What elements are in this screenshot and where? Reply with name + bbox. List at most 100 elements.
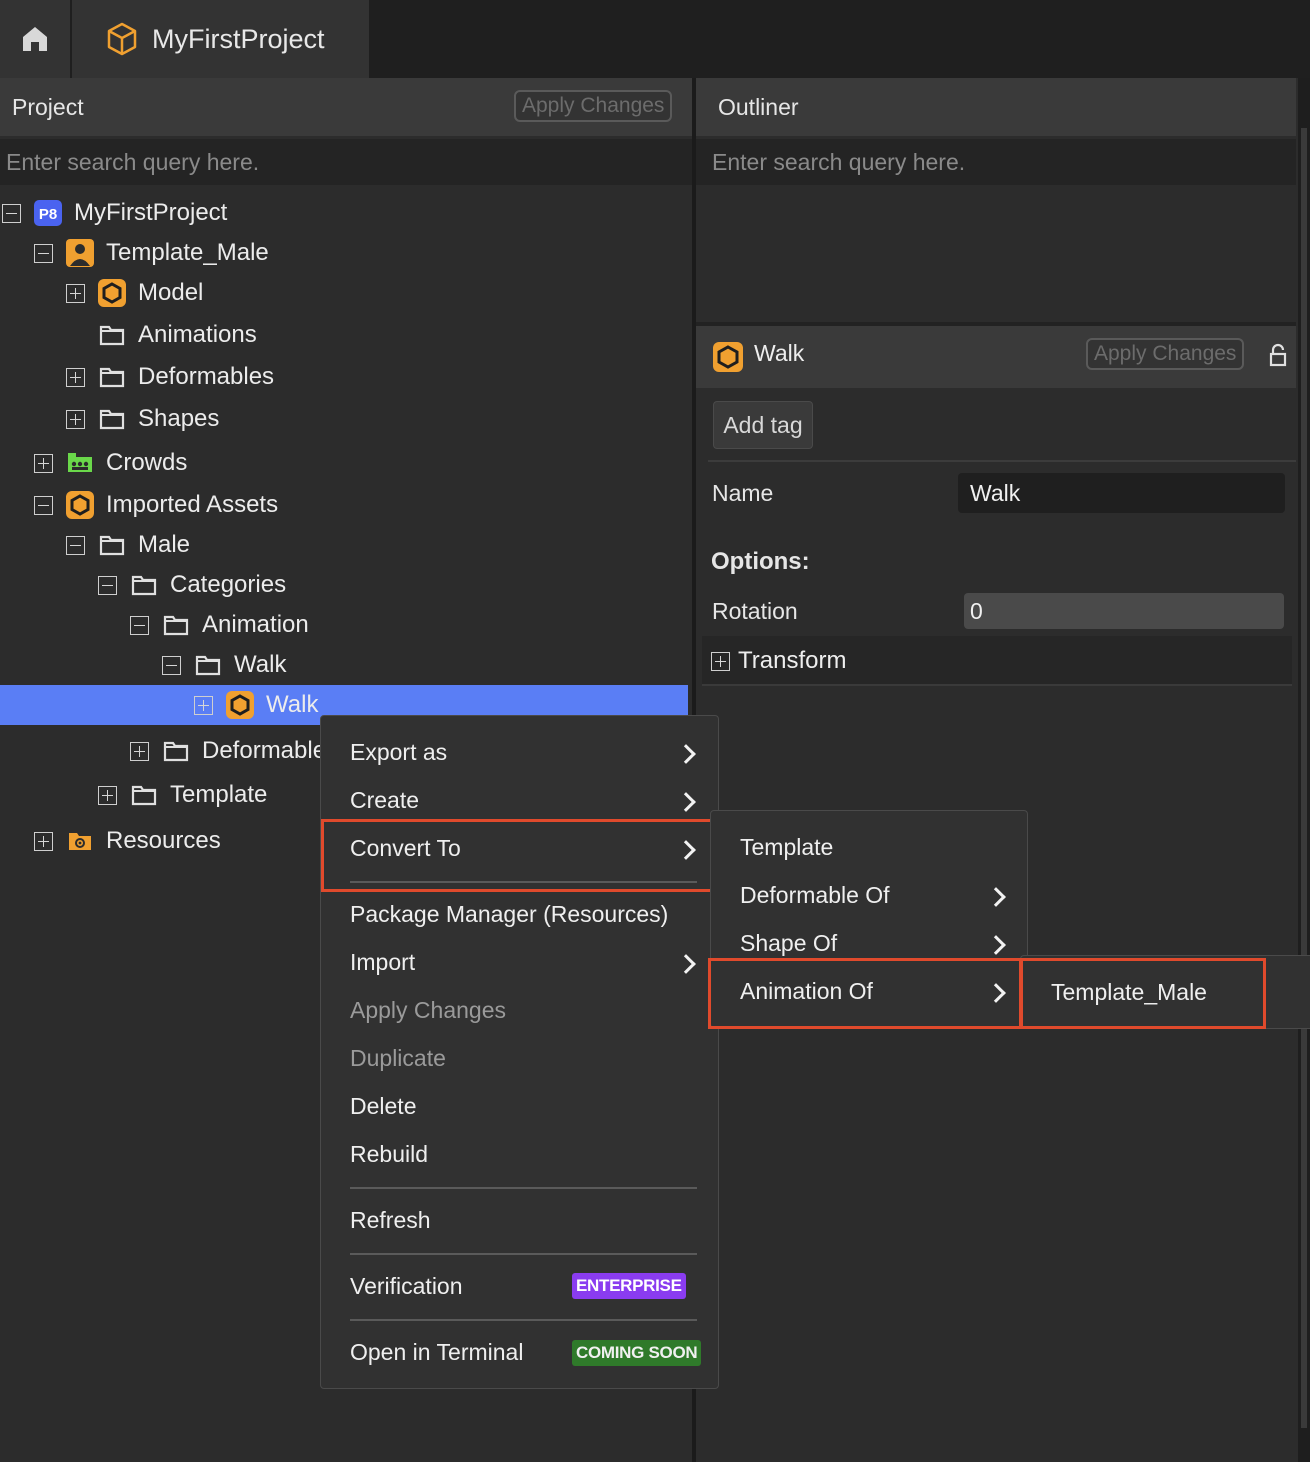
hexagon-asset-icon <box>65 490 95 520</box>
collapse-toggle[interactable] <box>2 204 21 223</box>
add-tag-button[interactable]: Add tag <box>713 401 813 449</box>
menu-item-rebuild[interactable]: Rebuild <box>350 1141 428 1168</box>
chevron-right-icon <box>986 887 1006 907</box>
tree-item-label: Walk <box>266 691 319 718</box>
tree-item-label: Categories <box>170 571 287 598</box>
expand-toggle[interactable] <box>98 786 117 805</box>
menu-item-package-manager[interactable]: Package Manager (Resources) <box>350 901 668 928</box>
properties-apply-changes-button[interactable]: Apply Changes <box>1086 338 1245 370</box>
project-apply-changes-button[interactable]: Apply Changes <box>514 90 673 122</box>
folder-icon <box>97 530 127 560</box>
tree-item-label: Template_Male <box>106 239 269 266</box>
highlight-box-animation-of <box>708 958 1022 1029</box>
rotation-field-value: 0 <box>970 597 983 624</box>
tree-item-label: Animations <box>138 321 257 348</box>
tree-item[interactable]: Crowds <box>0 443 688 483</box>
highlight-box-convert-to <box>321 819 719 892</box>
options-heading: Options: <box>711 548 810 575</box>
scrollbar-thumb[interactable] <box>1301 128 1307 1428</box>
project-search-input[interactable] <box>6 148 692 176</box>
transform-section[interactable]: Transform <box>702 636 1292 686</box>
tree-item[interactable]: Model <box>0 273 688 313</box>
collapse-toggle[interactable] <box>34 244 53 263</box>
collapse-toggle[interactable] <box>98 576 117 595</box>
chevron-right-icon <box>986 935 1006 955</box>
hexagon-asset-icon <box>225 690 255 720</box>
home-icon <box>23 27 47 51</box>
folder-icon <box>97 362 127 392</box>
properties-divider <box>708 460 1296 462</box>
expand-toggle[interactable] <box>130 742 149 761</box>
top-bar: MyFirstProject <box>0 0 1310 78</box>
properties-asset-name: Walk <box>754 340 805 366</box>
menu-item-apply-changes[interactable]: Apply Changes <box>350 997 506 1024</box>
menu-item-open-terminal[interactable]: Open in Terminal <box>350 1339 523 1366</box>
coming-soon-badge: COMING SOON <box>572 1340 702 1366</box>
collapse-toggle[interactable] <box>34 496 53 515</box>
expand-toggle[interactable] <box>34 832 53 851</box>
chevron-right-icon <box>676 792 696 812</box>
submenu-item-shape-of[interactable]: Shape Of <box>740 930 837 957</box>
expand-toggle[interactable] <box>194 696 213 715</box>
tree-item-label: Imported Assets <box>106 491 279 518</box>
properties-header: Walk Apply Changes <box>696 326 1296 388</box>
expand-toggle[interactable] <box>66 368 85 387</box>
tree-item[interactable]: Animation <box>0 605 688 645</box>
tree-item[interactable]: Walk <box>0 645 688 685</box>
menu-item-verification[interactable]: Verification <box>350 1273 463 1300</box>
resources-folder-icon <box>65 826 95 856</box>
menu-separator <box>350 1319 697 1321</box>
outliner-search-input[interactable] <box>712 148 1296 176</box>
submenu-item-deformable-of[interactable]: Deformable Of <box>740 882 890 909</box>
lock-icon[interactable] <box>1268 343 1288 369</box>
menu-item-export-as[interactable]: Export as <box>350 739 447 766</box>
tree-item[interactable]: Male <box>0 525 688 565</box>
cube-icon <box>107 22 137 56</box>
name-field[interactable]: Walk <box>958 473 1285 513</box>
expand-toggle[interactable] <box>34 454 53 473</box>
template-person-icon <box>65 238 95 268</box>
tree-item[interactable]: Imported Assets <box>0 485 688 525</box>
svg-text:P8: P8 <box>39 206 57 223</box>
highlight-box-template-male <box>1020 958 1266 1029</box>
tree-item[interactable]: Deformables <box>0 357 688 397</box>
expand-toggle[interactable] <box>66 284 85 303</box>
submenu-item-template[interactable]: Template <box>740 834 833 861</box>
tree-item[interactable]: Animations <box>0 315 688 355</box>
name-label: Name <box>712 480 774 506</box>
collapse-toggle[interactable] <box>162 656 181 675</box>
chevron-right-icon <box>676 954 696 974</box>
name-field-value: Walk <box>970 479 1021 506</box>
tab-project[interactable]: MyFirstProject <box>72 0 369 78</box>
folder-icon <box>161 610 191 640</box>
collapse-toggle[interactable] <box>130 616 149 635</box>
home-button[interactable] <box>0 0 70 78</box>
menu-separator <box>350 1187 697 1189</box>
menu-item-refresh[interactable]: Refresh <box>350 1207 431 1234</box>
menu-item-import[interactable]: Import <box>350 949 415 976</box>
menu-item-duplicate[interactable]: Duplicate <box>350 1045 446 1072</box>
tree-item[interactable]: Template_Male <box>0 233 688 273</box>
tree-item-label: Shapes <box>138 405 220 432</box>
tree-item[interactable]: Shapes <box>0 399 688 439</box>
folder-icon <box>129 570 159 600</box>
tree-item-label: Resources <box>106 827 221 854</box>
tree-item[interactable]: P8 MyFirstProject <box>0 193 688 233</box>
tree-item-label: Crowds <box>106 449 188 476</box>
menu-item-delete[interactable]: Delete <box>350 1093 416 1120</box>
menu-separator <box>350 1253 697 1255</box>
expand-toggle[interactable] <box>711 652 730 671</box>
expand-toggle[interactable] <box>66 410 85 429</box>
folder-icon <box>129 780 159 810</box>
outliner-search <box>696 139 1296 185</box>
collapse-toggle[interactable] <box>66 536 85 555</box>
tree-item-label: Model <box>138 279 204 306</box>
menu-item-create[interactable]: Create <box>350 787 419 814</box>
project-panel-title: Project <box>12 93 84 120</box>
tree-item[interactable]: Categories <box>0 565 688 605</box>
outliner-panel-header: Outliner <box>696 78 1296 136</box>
rotation-field[interactable]: 0 <box>964 593 1284 629</box>
right-scrollbar[interactable] <box>1298 78 1310 1462</box>
tree-item-label: Male <box>138 531 191 558</box>
hexagon-asset-icon <box>97 278 127 308</box>
